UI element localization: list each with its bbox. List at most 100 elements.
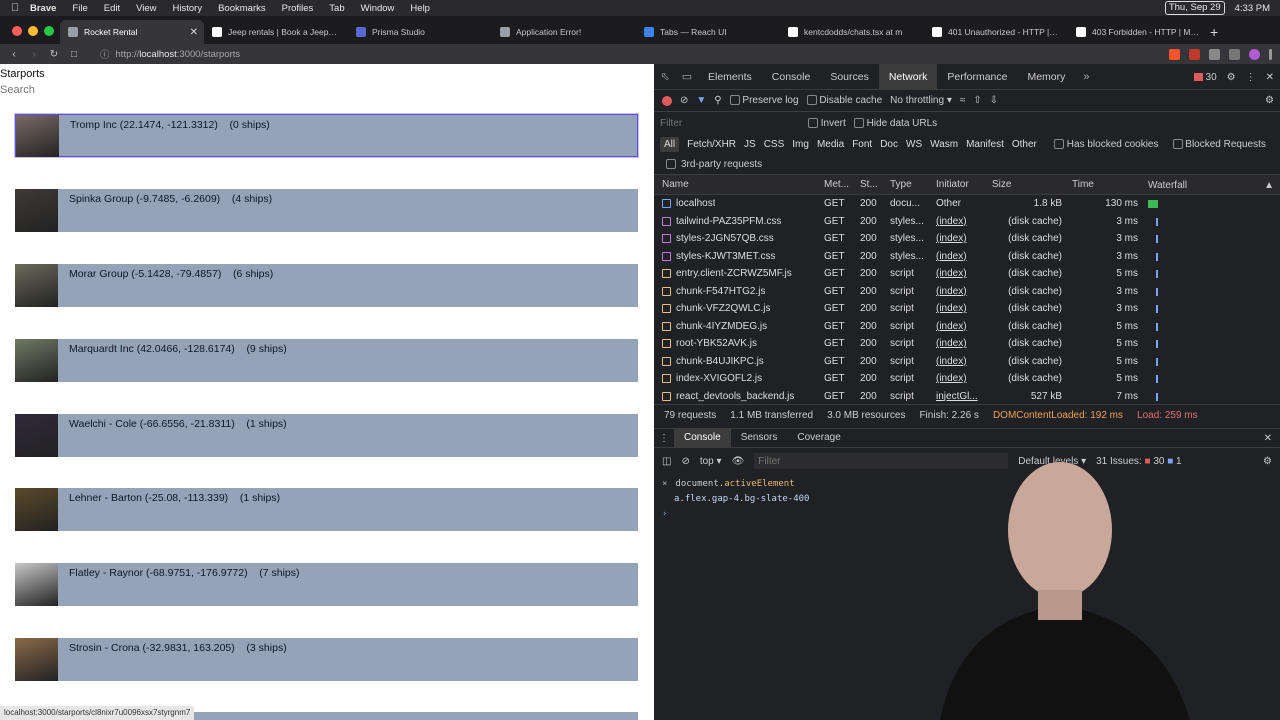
network-row[interactable]: styles-KJWT3MET.css GET 200 styles... (index… [654, 248, 1280, 266]
type-filter-ws[interactable]: WS [906, 139, 922, 150]
disable-cache-checkbox[interactable] [806, 95, 817, 106]
network-row[interactable]: tailwind-PAZ35PFM.css GET 200 styles... (ind… [654, 213, 1280, 231]
request-initiator[interactable]: injectGl... [932, 391, 988, 402]
drawer-tab-coverage[interactable]: Coverage [787, 428, 850, 448]
type-filter-js[interactable]: JS [744, 139, 756, 150]
network-row[interactable]: index-XVIGOFL2.js GET 200 script (index) (dis… [654, 370, 1280, 388]
starport-link[interactable]: Strosin - Crona (-32.9831, 163.205) (3 s… [15, 638, 638, 681]
request-initiator[interactable]: (index) [932, 356, 988, 367]
extension-icon[interactable] [1189, 48, 1200, 60]
tab-memory[interactable]: Memory [1017, 64, 1075, 90]
console-sidebar-icon[interactable]: ◫ [662, 456, 671, 467]
column-waterfall[interactable]: Waterfall ▲ [1144, 175, 1280, 194]
browser-tab[interactable]: Application Error! [492, 20, 636, 44]
column-name[interactable]: Name [654, 179, 820, 190]
menu-history[interactable]: History [173, 3, 203, 14]
preserve-log-checkbox[interactable] [729, 95, 740, 106]
blocked-requests-checkbox[interactable] [1172, 138, 1183, 149]
menubar-date[interactable]: Thu, Sep 29 [1164, 1, 1225, 15]
type-filter-all[interactable]: All [660, 136, 680, 152]
puzzle-icon[interactable] [1209, 48, 1220, 60]
inspect-icon[interactable]: ⬁ [654, 70, 676, 83]
network-row[interactable]: localhost GET 200 docu... Other 1.8 kB 130 ms [654, 195, 1280, 213]
menu-icon[interactable] [1269, 48, 1272, 60]
browser-tab[interactable]: Rocket Rental ✕ [60, 20, 204, 44]
network-settings-icon[interactable]: ⚙ [1265, 95, 1274, 106]
column-size[interactable]: Size [988, 179, 1068, 190]
request-initiator[interactable]: (index) [932, 233, 988, 244]
search-icon[interactable]: ⚲ [714, 95, 721, 106]
type-filter-media[interactable]: Media [817, 139, 844, 150]
minimize-window-button[interactable] [28, 26, 38, 36]
type-filter-font[interactable]: Font [852, 139, 872, 150]
disable-cache-toggle[interactable]: Disable cache [806, 95, 882, 106]
device-toolbar-icon[interactable]: ▭ [676, 70, 698, 83]
request-initiator[interactable]: (index) [932, 321, 988, 332]
context-select[interactable]: top ▾ [700, 456, 722, 467]
close-window-button[interactable] [12, 26, 22, 36]
has-blocked-cookies-toggle[interactable]: Has blocked cookies [1054, 139, 1159, 150]
menu-bookmarks[interactable]: Bookmarks [218, 3, 266, 14]
column-initiator[interactable]: Initiator [932, 179, 988, 190]
request-initiator[interactable]: (index) [932, 373, 988, 384]
type-filter-fetch-xhr[interactable]: Fetch/XHR [687, 139, 736, 150]
type-filter-manifest[interactable]: Manifest [966, 139, 1004, 150]
tab-sources[interactable]: Sources [820, 64, 879, 90]
menu-view[interactable]: View [136, 3, 156, 14]
starport-link[interactable]: Lehner - Barton (-25.08, -113.339) (1 sh… [15, 488, 638, 531]
request-initiator[interactable]: (index) [932, 303, 988, 314]
network-row[interactable]: chunk-4IYZMDEG.js GET 200 script (index) (dis… [654, 318, 1280, 336]
tab-elements[interactable]: Elements [698, 64, 762, 90]
export-har-icon[interactable]: ⇩ [990, 95, 998, 106]
browser-tab[interactable]: Prisma Studio [348, 20, 492, 44]
request-initiator[interactable]: (index) [932, 268, 988, 279]
starport-link[interactable]: Flatley - Raynor (-68.9751, -176.9772) (… [15, 563, 638, 606]
network-row[interactable]: chunk-VFZ2QWLC.js GET 200 script (index) (dis… [654, 300, 1280, 318]
settings-icon[interactable]: ⚙ [1227, 72, 1236, 83]
invert-toggle[interactable]: Invert [808, 118, 846, 129]
new-tab-button[interactable]: + [1210, 24, 1218, 40]
menu-edit[interactable]: Edit [104, 3, 120, 14]
live-expression-icon[interactable]: 👁 [732, 456, 745, 467]
request-initiator[interactable]: (index) [932, 251, 988, 262]
starport-link[interactable]: Tromp Inc (22.1474, -121.3312) (0 ships) [14, 113, 639, 158]
preserve-log-toggle[interactable]: Preserve log [729, 95, 799, 106]
network-row[interactable]: root-YBK52AVK.js GET 200 script (index) (disk… [654, 335, 1280, 353]
request-initiator[interactable]: (index) [932, 216, 988, 227]
request-initiator[interactable]: (index) [932, 286, 988, 297]
browser-tab[interactable]: 403 Forbidden - HTTP | MDN [1068, 20, 1212, 44]
menu-help[interactable]: Help [410, 3, 430, 14]
column-status[interactable]: St... [856, 179, 886, 190]
clear-icon[interactable]: ⊘ [680, 95, 688, 106]
address-bar[interactable]: ⓘ http://localhost:3000/starports [96, 46, 1132, 62]
filter-icon[interactable]: ▼ [696, 95, 706, 106]
browser-tab[interactable]: kentcdodds/chats.tsx at m [780, 20, 924, 44]
network-row[interactable]: styles-2JGN57QB.css GET 200 styles... (index… [654, 230, 1280, 248]
throttling-select[interactable]: No throttling ▾ [890, 95, 952, 106]
hide-data-urls-toggle[interactable]: Hide data URLs [853, 117, 937, 129]
network-filter-input[interactable] [660, 117, 800, 129]
drawer-tab-console[interactable]: Console [674, 428, 731, 448]
column-method[interactable]: Met... [820, 179, 856, 190]
menu-brave[interactable]: Brave [30, 3, 56, 14]
drawer-menu-icon[interactable]: ⋮ [654, 433, 674, 444]
hide-data-urls-checkbox[interactable] [853, 117, 864, 128]
brave-shields-icon[interactable] [1169, 48, 1180, 60]
tab-console[interactable]: Console [762, 64, 821, 90]
tab-performance[interactable]: Performance [937, 64, 1017, 90]
browser-tab[interactable]: Jeep rentals | Book a Jeep on T [204, 20, 348, 44]
import-har-icon[interactable]: ⇧ [973, 95, 981, 106]
drawer-tab-sensors[interactable]: Sensors [731, 428, 788, 448]
starport-link[interactable]: Marquardt Inc (42.0466, -128.6174) (9 sh… [15, 339, 638, 382]
network-conditions-icon[interactable]: ≈ [960, 95, 966, 106]
network-row[interactable]: entry.client-ZCRWZ5MF.js GET 200 script (ind… [654, 265, 1280, 283]
bookmark-icon[interactable]: □ [64, 49, 84, 60]
apple-icon[interactable]:  [0, 2, 30, 14]
menu-window[interactable]: Window [361, 3, 395, 14]
tab-network[interactable]: Network [878, 63, 938, 90]
browser-tab[interactable]: Tabs — Reach UI [636, 20, 780, 44]
forward-icon[interactable]: › [24, 49, 44, 60]
clear-console-icon[interactable]: ⊘ [681, 456, 689, 467]
close-tab-icon[interactable]: ✕ [190, 27, 198, 38]
search-input[interactable] [0, 84, 200, 96]
